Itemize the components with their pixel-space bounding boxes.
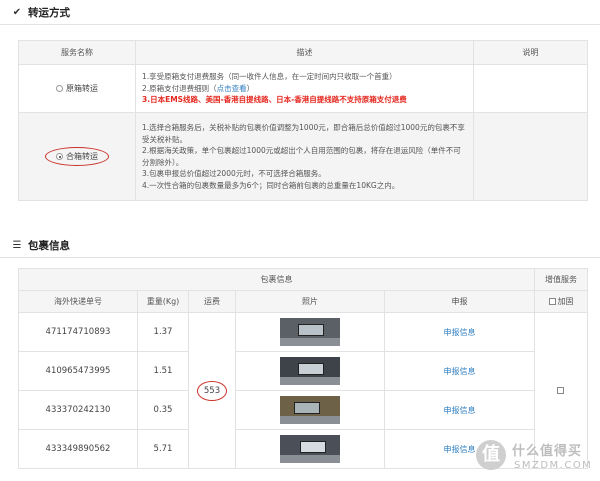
option-original-box[interactable]: 原箱转运	[18, 64, 136, 113]
desc-text: 2.原箱支付退费细则（	[142, 83, 217, 93]
value-added-header: 增值服务	[534, 268, 588, 291]
package-section-header: ☰ 包裹信息	[0, 233, 600, 258]
photo-cell	[235, 351, 385, 391]
site-watermark: 值 什么值得买 SMZDM.COM	[476, 440, 596, 476]
tracking-number: 410965473995	[18, 351, 138, 391]
col-tracking: 海外快递单号	[18, 290, 138, 313]
declare-info-link[interactable]: 申报信息	[444, 328, 476, 337]
view-details-link[interactable]: 点击查看	[217, 84, 247, 93]
weight: 5.71	[137, 429, 189, 469]
option-description: 1.享受原箱支付退费服务（同一收件人信息，在一定时间内只收取一个首重） 2.原箱…	[135, 64, 474, 113]
photo-cell	[235, 390, 385, 430]
col-weight: 重量(Kg)	[137, 290, 189, 313]
table-row: 433370242130 0.35 申报信息	[18, 390, 588, 430]
fee-value: 553	[196, 380, 228, 401]
group-header-row: 包裹信息 增值服务	[18, 268, 588, 291]
reinforce-label: 加固	[557, 297, 574, 306]
declare-info-link[interactable]: 申报信息	[444, 406, 476, 415]
tracking-number: 471174710893	[18, 312, 138, 352]
desc-line: 1.选择合箱服务后，关税补贴的包裹价值调整为1000元，即合箱后总价值超过100…	[142, 123, 465, 144]
tracking-number: 433370242130	[18, 390, 138, 430]
radio-original-box[interactable]	[56, 85, 63, 92]
reinforce-header[interactable]: 加固	[534, 290, 588, 313]
col-fee: 运费	[188, 290, 236, 313]
tracking-number: 433349890562	[18, 429, 138, 469]
package-photo[interactable]	[280, 396, 340, 424]
option-row-original-box[interactable]: 原箱转运 1.享受原箱支付退费服务（同一收件人信息，在一定时间内只收取一个首重）…	[18, 64, 588, 113]
table-row: 410965473995 1.51 申报信息	[18, 351, 588, 391]
declare-cell: 申报信息	[384, 390, 535, 430]
fee-cell: 553	[188, 312, 236, 469]
desc-text: ）	[246, 83, 255, 93]
desc-line: 2.根据海关政策，单个包裹超过1000元或超出个人自用范围的包裹，将存在退运风险…	[142, 146, 461, 167]
declare-cell: 申报信息	[384, 351, 535, 391]
desc-line: 4.一次性合箱的包裹数量最多为6个；同时合箱前包裹的总重量在10KG之内。	[142, 180, 400, 190]
col-declare: 申报	[384, 290, 535, 313]
col-description: 描述	[135, 40, 474, 65]
option-note	[473, 64, 588, 113]
shipping-section-header: ✔ 转运方式	[0, 0, 600, 25]
weight: 1.37	[137, 312, 189, 352]
weight: 1.51	[137, 351, 189, 391]
desc-line: 2.原箱支付退费细则（点击查看）	[142, 83, 467, 95]
option-label: 合箱转运	[66, 152, 98, 161]
check-icon: ✔	[12, 6, 22, 18]
desc-line: 3.包裹申报总价值超过2000元时，不可选择合箱服务。	[142, 169, 326, 178]
declare-info-link[interactable]: 申报信息	[444, 445, 476, 454]
package-info-table: 包裹信息 增值服务 海外快递单号 重量(Kg) 运费 照片 申报 加固 4711…	[18, 268, 588, 469]
column-header-row: 海外快递单号 重量(Kg) 运费 照片 申报 加固	[18, 290, 588, 313]
package-info-group-header: 包裹信息	[18, 268, 535, 291]
reinforce-checkbox[interactable]	[556, 386, 564, 394]
desc-warning: 3.日本EMS线路、美国-香港自提线路、日本-香港自提线路不支持原箱支付退费	[142, 95, 407, 105]
list-icon: ☰	[12, 239, 22, 251]
declare-cell: 申报信息	[384, 312, 535, 352]
col-service-name: 服务名称	[18, 40, 136, 65]
photo-cell	[235, 429, 385, 469]
option-note	[473, 112, 588, 201]
option-description: 1.选择合箱服务后，关税补贴的包裹价值调整为1000元，即合箱后总价值超过100…	[135, 112, 474, 201]
option-label: 原箱转运	[66, 84, 98, 93]
package-photo[interactable]	[280, 318, 340, 346]
shipping-options-table: 服务名称 描述 说明 原箱转运 1.享受原箱支付退费服务（同一收件人信息，在一定…	[18, 40, 588, 201]
table-header-row: 服务名称 描述 说明	[18, 40, 588, 65]
watermark-logo: 值	[476, 440, 506, 470]
reinforce-all-checkbox[interactable]	[548, 298, 556, 305]
col-note: 说明	[473, 40, 588, 65]
shipping-section-title: 转运方式	[28, 6, 70, 19]
package-photo[interactable]	[280, 435, 340, 463]
selection-highlight: 合箱转运	[45, 147, 109, 166]
radio-merge-box[interactable]	[56, 153, 63, 160]
desc-line: 1.享受原箱支付退费服务（同一收件人信息，在一定时间内只收取一个首重）	[142, 72, 397, 82]
package-photo[interactable]	[280, 357, 340, 385]
col-photo: 照片	[235, 290, 385, 313]
watermark-text: 什么值得买	[512, 444, 583, 459]
photo-cell	[235, 312, 385, 352]
weight: 0.35	[137, 390, 189, 430]
option-merge-box[interactable]: 合箱转运	[18, 112, 136, 201]
table-row: 471174710893 1.37 553 申报信息	[18, 312, 588, 469]
option-row-merge-box[interactable]: 合箱转运 1.选择合箱服务后，关税补贴的包裹价值调整为1000元，即合箱后总价值…	[18, 112, 588, 201]
package-section-title: 包裹信息	[28, 239, 70, 252]
declare-info-link[interactable]: 申报信息	[444, 367, 476, 376]
watermark-domain: SMZDM.COM	[514, 460, 593, 471]
